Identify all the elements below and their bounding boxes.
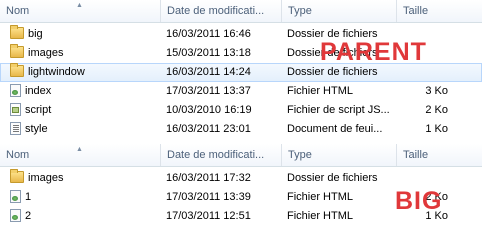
item-date: 16/03/2011 17:32: [166, 172, 251, 184]
item-name: 2: [25, 210, 32, 222]
item-size: 3 Ko: [425, 85, 448, 97]
item-type: Fichier HTML: [287, 191, 354, 203]
column-header: ▲ Nom Date de modificati... Type Taille: [0, 144, 482, 167]
folder-icon: [10, 25, 24, 40]
item-name: 1: [25, 191, 32, 203]
list-item[interactable]: index 17/03/2011 13:37 Fichier HTML 3 Ko: [0, 82, 482, 101]
folder-icon: [10, 44, 24, 59]
item-name: style: [25, 123, 48, 135]
parent-annotation: PARENT: [320, 38, 427, 66]
item-type: Fichier HTML: [287, 85, 354, 97]
column-size[interactable]: Taille: [397, 144, 482, 166]
list-item[interactable]: script 10/03/2010 16:19 Fichier de scrip…: [0, 101, 482, 120]
item-name: lightwindow: [28, 66, 85, 78]
item-size: 2 Ko: [425, 104, 448, 116]
list-item[interactable]: images 16/03/2011 17:32 Dossier de fichi…: [0, 169, 482, 188]
item-date: 15/03/2011 13:18: [166, 47, 251, 59]
column-type[interactable]: Type: [282, 0, 397, 22]
big-annotation: BIG: [395, 187, 443, 215]
item-date: 16/03/2011 14:24: [166, 66, 251, 78]
column-name[interactable]: Nom: [0, 0, 161, 22]
html-file-icon: [10, 83, 21, 97]
column-date[interactable]: Date de modificati...: [161, 0, 282, 22]
item-name: big: [28, 28, 43, 40]
html-file-icon: [10, 189, 21, 203]
css-file-icon: [10, 121, 21, 135]
item-name: index: [25, 85, 52, 97]
item-date: 10/03/2010 16:19: [166, 104, 252, 116]
column-header: ▲ Nom Date de modificati... Type Taille: [0, 0, 482, 23]
column-name[interactable]: Nom: [0, 144, 161, 166]
item-type: Dossier de fichiers: [287, 172, 378, 184]
column-type[interactable]: Type: [282, 144, 397, 166]
item-date: 17/03/2011 13:39: [166, 191, 251, 203]
list-item[interactable]: style 16/03/2011 23:01 Document de feui.…: [0, 120, 482, 139]
item-size: [402, 169, 448, 188]
column-date[interactable]: Date de modificati...: [161, 144, 282, 166]
folder-icon: [10, 63, 24, 78]
item-type: Document de feui...: [287, 123, 383, 135]
item-date: 16/03/2011 16:46: [166, 28, 251, 40]
item-date: 17/03/2011 13:37: [166, 85, 251, 97]
html-file-icon: [10, 208, 21, 222]
script-file-icon: [10, 102, 21, 116]
folder-icon: [10, 169, 24, 184]
item-size: 1 Ko: [425, 123, 448, 135]
item-name: script: [25, 104, 52, 116]
item-name: images: [28, 172, 64, 184]
item-date: 16/03/2011 23:01: [166, 123, 251, 135]
item-type: Fichier HTML: [287, 210, 354, 222]
item-type: Fichier de script JS...: [287, 104, 390, 116]
item-date: 17/03/2011 12:51: [166, 210, 251, 222]
column-size[interactable]: Taille: [397, 0, 482, 22]
item-name: images: [28, 47, 64, 59]
top-file-list: ▲ Nom Date de modificati... Type Taille …: [0, 0, 482, 144]
